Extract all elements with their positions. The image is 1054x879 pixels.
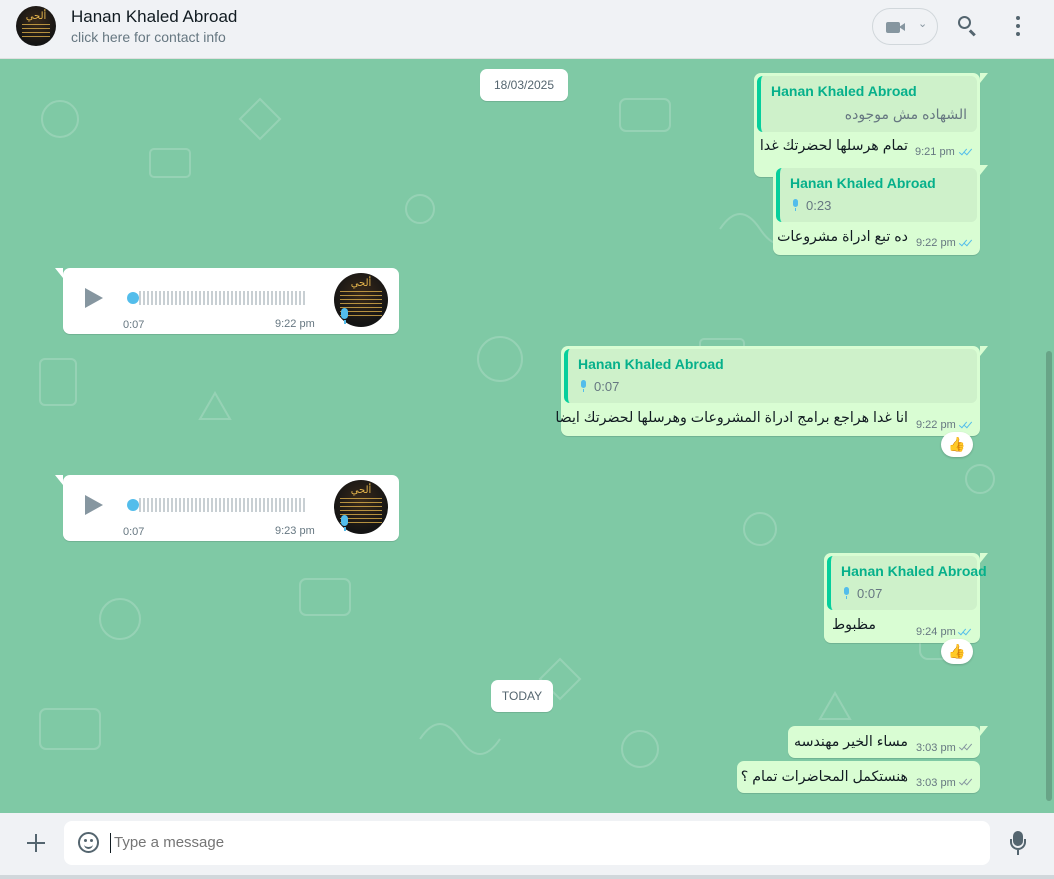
voice-waveform[interactable] — [139, 498, 307, 512]
date-separator-today: TODAY — [491, 680, 553, 712]
message-text: تمام هرسلها لحضرتك غدا — [759, 138, 908, 154]
outgoing-message[interactable]: Hanan Khaled Abroad 0:07 مظبوط 9:24 pm — [824, 553, 988, 643]
quoted-text: الشهاده مش موجوده — [844, 106, 967, 122]
sticker-icon[interactable] — [78, 832, 99, 853]
incoming-voice-message: 0:07 9:22 pm ألحي — [55, 268, 399, 334]
quoted-voice-message[interactable]: Hanan Khaled Abroad 0:07 — [564, 349, 977, 403]
attach-plus-icon[interactable] — [24, 831, 48, 855]
voice-duration: 0:07 — [123, 319, 145, 331]
quoted-voice-duration: 0:07 — [857, 586, 883, 601]
playback-position-handle[interactable] — [127, 292, 139, 304]
message-composer — [0, 813, 1054, 875]
message-text: مظبوط — [832, 617, 876, 633]
message-time: 9:23 pm — [275, 525, 315, 537]
reaction-thumbs-up[interactable]: 👍 — [941, 639, 973, 664]
quoted-voice-message[interactable]: Hanan Khaled Abroad 0:07 — [827, 556, 987, 610]
incoming-voice-message: 0:07 9:23 pm ألحي — [55, 475, 399, 541]
read-ticks-icon — [958, 146, 975, 158]
message-input-box[interactable] — [64, 821, 990, 865]
outgoing-message[interactable]: Hanan Khaled Abroad الشهاده مش موجوده تم… — [754, 73, 988, 177]
chevron-down-icon: ⌄ — [918, 18, 928, 30]
voice-duration: 0:07 — [123, 526, 145, 538]
read-ticks-icon — [958, 237, 975, 249]
microphone-icon[interactable] — [1007, 831, 1029, 857]
quoted-voice-duration: 0:07 — [594, 379, 620, 394]
microphone-icon — [843, 587, 850, 599]
message-text: مساء الخير مهندسه — [793, 734, 908, 750]
message-text: ده تبع ادراة مشروعات — [777, 229, 908, 245]
delivered-ticks-icon — [958, 776, 975, 788]
message-input[interactable] — [114, 834, 914, 851]
read-ticks-icon — [957, 626, 974, 638]
contact-info-hint[interactable]: click here for contact info — [71, 29, 226, 45]
outgoing-message[interactable]: Hanan Khaled Abroad 0:07 انا غدا هراجع ب… — [555, 346, 988, 436]
message-time: 9:22 pm — [916, 419, 956, 431]
quoted-message[interactable]: Hanan Khaled Abroad الشهاده مش موجوده — [757, 76, 977, 132]
play-icon[interactable] — [85, 495, 103, 515]
microphone-icon — [792, 199, 799, 211]
message-time: 9:22 pm — [916, 237, 956, 249]
play-icon[interactable] — [85, 288, 103, 308]
read-ticks-icon — [958, 419, 975, 431]
quoted-sender-name: Hanan Khaled Abroad — [771, 83, 917, 99]
quoted-voice-message[interactable]: Hanan Khaled Abroad 0:23 — [776, 168, 977, 222]
outgoing-message[interactable]: مساء الخير مهندسه 3:03 pm — [788, 726, 988, 758]
delivered-ticks-icon — [958, 741, 975, 753]
outgoing-message[interactable]: هنستكمل المحاضرات تمام ؟ 3:03 pm — [737, 761, 980, 793]
microphone-icon — [580, 380, 587, 392]
microphone-icon — [339, 308, 349, 324]
contact-avatar[interactable]: ألحي — [16, 6, 56, 46]
chat-panel: 18/03/2025 Hanan Khaled Abroad الشهاده م… — [0, 59, 1054, 813]
search-icon — [958, 16, 971, 29]
quoted-sender-name: Hanan Khaled Abroad — [790, 175, 936, 191]
voice-waveform[interactable] — [139, 291, 307, 305]
contact-name[interactable]: Hanan Khaled Abroad — [71, 7, 237, 27]
date-separator: 18/03/2025 — [480, 69, 568, 101]
message-time: 3:03 pm — [916, 777, 956, 789]
quoted-voice-duration: 0:23 — [806, 198, 832, 213]
message-text: هنستكمل المحاضرات تمام ؟ — [740, 769, 908, 785]
message-time: 9:24 pm — [916, 626, 956, 638]
quoted-sender-name: Hanan Khaled Abroad — [578, 356, 724, 372]
avatar-logo-mark: ألحي — [25, 11, 47, 22]
message-time: 9:21 pm — [915, 146, 955, 158]
search-button[interactable] — [955, 13, 981, 39]
reaction-thumbs-up[interactable]: 👍 — [941, 432, 973, 457]
chat-scrollbar[interactable] — [1046, 351, 1052, 801]
microphone-icon — [339, 515, 349, 531]
outgoing-message[interactable]: Hanan Khaled Abroad 0:23 ده تبع ادراة مش… — [773, 165, 988, 255]
message-time: 9:22 pm — [275, 318, 315, 330]
message-text: انا غدا هراجع برامج ادراة المشروعات وهرس… — [555, 410, 908, 426]
video-call-button[interactable]: ⌄ — [872, 8, 938, 45]
playback-position-handle[interactable] — [127, 499, 139, 511]
quoted-sender-name: Hanan Khaled Abroad — [841, 563, 987, 579]
message-time: 3:03 pm — [916, 742, 956, 754]
video-camera-icon — [886, 22, 905, 33]
menu-button[interactable] — [1005, 13, 1031, 39]
chat-header: ألحي Hanan Khaled Abroad click here for … — [0, 0, 1054, 59]
